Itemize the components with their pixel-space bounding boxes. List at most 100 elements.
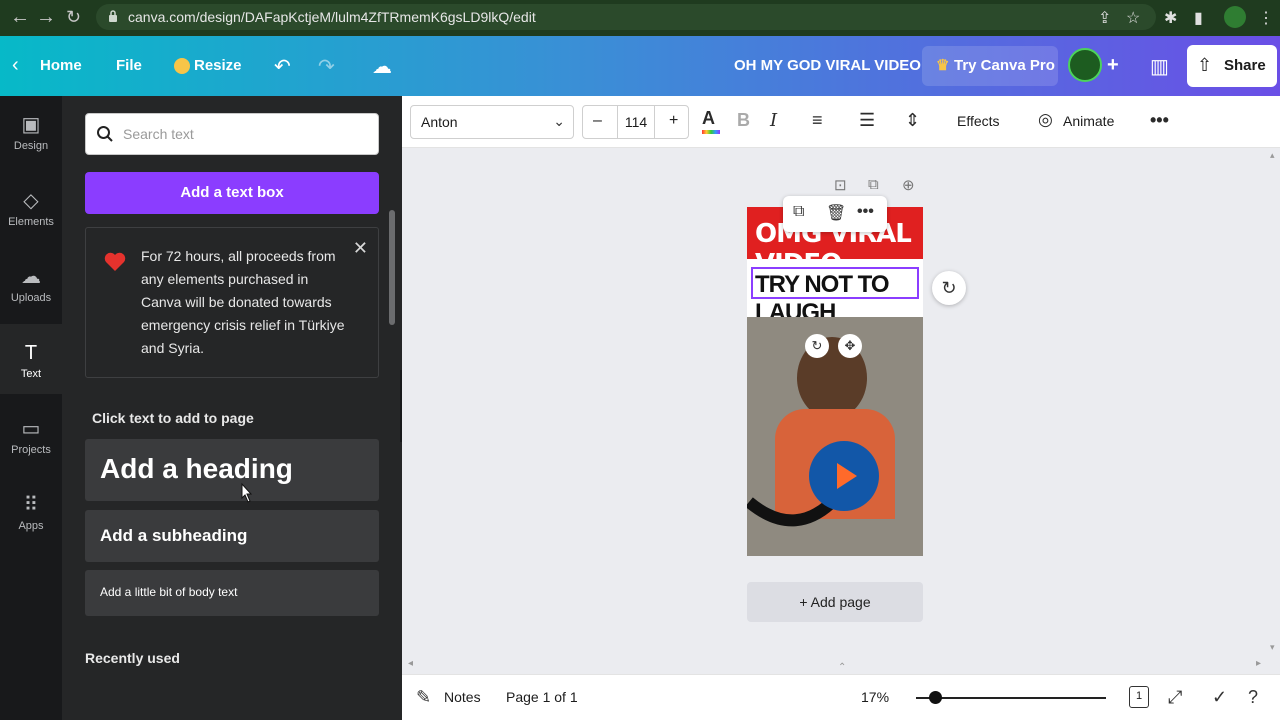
share-page-icon[interactable]: ⇪ — [1098, 8, 1111, 28]
lock-page-icon[interactable]: ⊡ — [834, 176, 847, 194]
insights-chart-icon[interactable]: ▥ — [1150, 54, 1169, 79]
zoom-slider-knob[interactable] — [928, 691, 942, 704]
rotate-handle-icon[interactable]: ↻ — [932, 271, 966, 305]
animate-icon[interactable]: ◎ — [1038, 110, 1053, 130]
design-icon: ▣ — [21, 114, 41, 136]
share-button[interactable]: ⇧ Share — [1187, 45, 1277, 87]
section-title: Click text to add to page — [92, 410, 254, 426]
chevron-up-icon[interactable]: ⌃ — [838, 662, 846, 673]
add-page-icon[interactable]: ⊕ — [902, 176, 915, 194]
undo-icon[interactable]: ↶ — [274, 54, 291, 79]
page-count-badge[interactable]: 1 — [1129, 686, 1149, 708]
zoom-slider-track[interactable] — [916, 697, 1106, 699]
crown-icon: ♛ — [936, 57, 950, 74]
bookmark-star-icon[interactable]: ☆ — [1126, 8, 1140, 28]
add-page-button[interactable]: + Add page — [747, 582, 923, 622]
rail-item-uploads[interactable]: ☁ Uploads — [0, 248, 62, 318]
vertical-scrollbar[interactable]: ▴ ▾ — [1268, 148, 1280, 674]
cloud-saved-icon[interactable]: ☁ — [372, 54, 392, 79]
add-heading-card[interactable]: Add a heading — [85, 439, 379, 501]
try-canva-pro-button[interactable]: ♛ Try Canva Pro — [922, 46, 1058, 86]
selected-heading-textbox[interactable]: TRY NOT TO LAUGH — [751, 267, 919, 326]
design-page[interactable]: OMG VIRAL VIDEO TRY NOT TO LAUGH — [747, 207, 923, 556]
sidepanel-icon[interactable]: ▮ — [1194, 8, 1203, 28]
refresh-handle-icon[interactable]: ↻ — [805, 334, 829, 358]
add-body-text-card[interactable]: Add a little bit of body text — [85, 570, 379, 616]
scroll-left-icon[interactable]: ◂ — [408, 658, 413, 669]
check-circle-icon[interactable]: ✓ — [1212, 687, 1227, 708]
apps-icon: ⠿ — [23, 494, 39, 516]
editor-statusbar: ✎ Notes Page 1 of 1 17% 1 ⤢ ✓ ? — [402, 674, 1280, 720]
home-button[interactable]: Home — [40, 57, 82, 74]
canvas-area[interactable]: ⊡ ⧉ ⊕ OMG VIRAL VIDEO TRY NOT TO LAUGH ⧉… — [402, 148, 1280, 674]
text-color-icon: A — [702, 108, 715, 128]
project-title[interactable]: OH MY GOD VIRAL VIDEO — [734, 57, 921, 74]
add-text-box-button[interactable]: Add a text box — [85, 172, 379, 214]
panel-scrollbar[interactable] — [389, 210, 395, 325]
heart-icon — [104, 252, 126, 271]
donation-notice: For 72 hours, all proceeds from any elem… — [85, 227, 379, 378]
rail-label: Uploads — [10, 292, 52, 304]
chevron-left-icon[interactable]: ‹ — [12, 54, 19, 77]
help-icon[interactable]: ? — [1248, 687, 1258, 708]
rail-item-elements[interactable]: ◇ Elements — [0, 172, 62, 242]
align-center-icon[interactable]: ≡ — [812, 110, 823, 131]
share-upload-icon: ⇧ — [1197, 55, 1213, 75]
notes-button[interactable]: Notes — [444, 689, 481, 705]
back-icon[interactable]: ← — [10, 6, 30, 29]
editor-topbar: ‹ Home File Resize ↶ ↷ ☁ OH MY GOD VIRAL… — [0, 36, 1280, 96]
rail-item-projects[interactable]: ▭ Projects — [0, 400, 62, 470]
browser-menu-icon[interactable]: ⋮ — [1258, 8, 1274, 28]
color-swatch-bar — [702, 130, 720, 134]
decrease-size-button[interactable]: – — [593, 112, 602, 130]
text-color-button[interactable]: A — [702, 108, 720, 134]
increase-size-button[interactable]: + — [669, 112, 678, 130]
rail-item-text[interactable]: T Text — [0, 324, 62, 394]
url-text: canva.com/design/DAFapKctjeM/lulm4ZfTRme… — [128, 9, 536, 25]
rail-item-apps[interactable]: ⠿ Apps — [0, 476, 62, 546]
scroll-up-icon[interactable]: ▴ — [1270, 150, 1275, 161]
subheading-preview: Add a subheading — [100, 526, 248, 545]
forward-icon[interactable]: → — [36, 6, 56, 29]
zoom-percent[interactable]: 17% — [861, 689, 889, 705]
file-menu-button[interactable]: File — [116, 57, 142, 74]
scroll-right-icon[interactable]: ▸ — [1256, 658, 1261, 669]
close-icon[interactable]: ✕ — [353, 238, 368, 259]
trash-icon[interactable]: 🗑 — [826, 203, 846, 223]
element-context-menu: ⧉ 🗑 ••• — [783, 196, 887, 232]
more-options-icon[interactable]: ••• — [1150, 110, 1169, 131]
spacing-icon[interactable]: ⇕ — [905, 110, 920, 131]
user-avatar[interactable] — [1068, 48, 1102, 82]
copy-icon[interactable]: ⧉ — [793, 203, 804, 221]
duplicate-page-icon[interactable]: ⧉ — [868, 176, 879, 193]
scroll-down-icon[interactable]: ▾ — [1270, 642, 1275, 653]
animate-button[interactable]: Animate — [1063, 113, 1114, 129]
search-text-input[interactable]: Search text — [85, 113, 379, 155]
reload-icon[interactable]: ↻ — [66, 7, 81, 28]
fullscreen-icon[interactable]: ⤢ — [1168, 687, 1182, 708]
effects-button[interactable]: Effects — [957, 113, 1000, 129]
font-size-value[interactable]: 114 — [617, 106, 655, 138]
rail-item-design[interactable]: ▣ Design — [0, 96, 62, 166]
redo-icon[interactable]: ↷ — [318, 54, 335, 79]
extensions-icon[interactable]: ✱ — [1164, 8, 1177, 28]
add-subheading-card[interactable]: Add a subheading — [85, 510, 379, 562]
bold-icon[interactable]: B — [737, 110, 750, 131]
font-name: Anton — [421, 114, 458, 130]
more-options-icon[interactable]: ••• — [857, 203, 874, 221]
search-placeholder: Search text — [123, 126, 194, 142]
page-indicator[interactable]: Page 1 of 1 — [506, 689, 578, 705]
rail-label: Text — [20, 368, 42, 380]
notes-icon[interactable]: ✎ — [416, 687, 431, 708]
projects-icon: ▭ — [21, 418, 41, 440]
italic-icon[interactable]: I — [770, 110, 777, 131]
kid-photo[interactable] — [747, 317, 923, 556]
move-handle-icon[interactable]: ✥ — [838, 334, 862, 358]
rail-label: Design — [13, 140, 49, 152]
resize-button[interactable]: Resize — [194, 57, 242, 74]
address-bar[interactable]: canva.com/design/DAFapKctjeM/lulm4ZfTRme… — [96, 4, 1156, 30]
invite-plus-button[interactable]: + — [1107, 54, 1119, 77]
list-icon[interactable]: ☰ — [859, 110, 875, 131]
font-family-dropdown[interactable]: Anton ⌄ — [410, 105, 574, 139]
browser-profile-avatar[interactable] — [1224, 6, 1246, 28]
